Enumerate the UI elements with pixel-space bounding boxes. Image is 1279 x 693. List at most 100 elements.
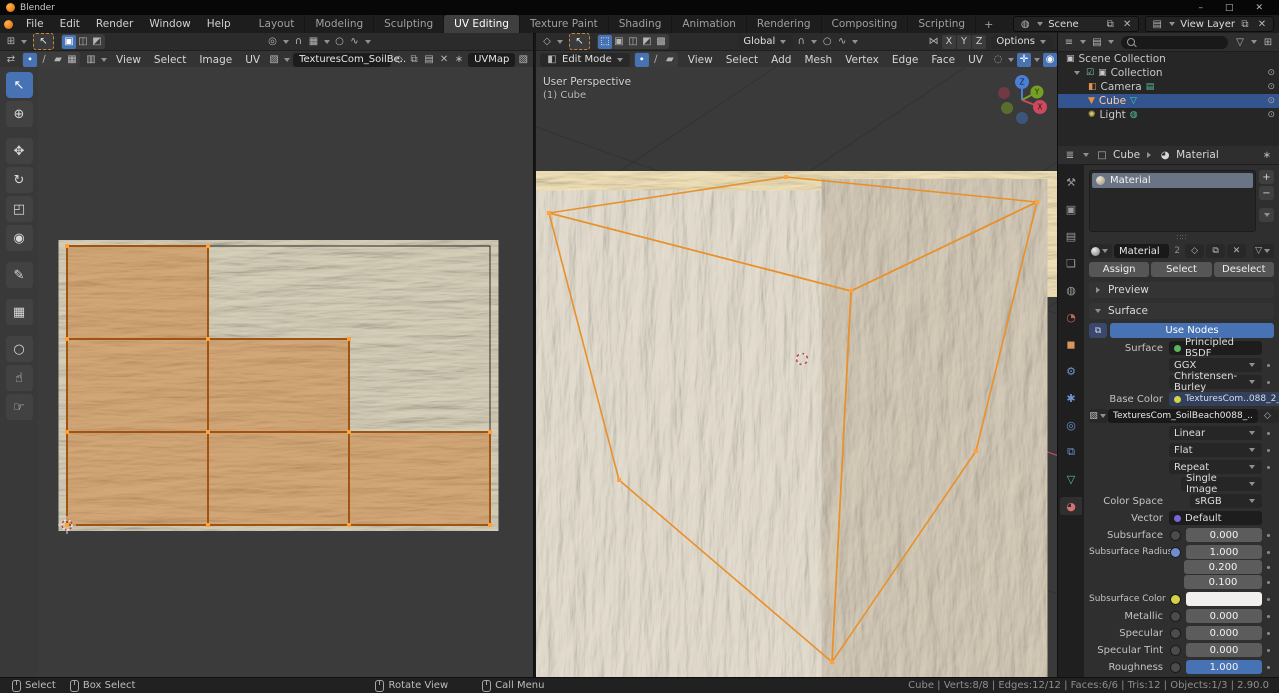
- transform-orientation-dropdown[interactable]: Global: [738, 35, 793, 49]
- unlink-material-icon[interactable]: ✕: [1227, 244, 1246, 258]
- tab-modeling[interactable]: Modeling: [305, 15, 374, 33]
- snap-magnet-icon[interactable]: ∩: [292, 35, 306, 49]
- pin-icon[interactable]: ∗: [1260, 148, 1274, 162]
- vp-menu-select[interactable]: Select: [720, 54, 764, 66]
- close-button[interactable]: ✕: [1255, 3, 1263, 13]
- editor-type-icon[interactable]: ⊞: [4, 35, 18, 49]
- subsurface-radius-z-slider[interactable]: 0.100: [1184, 575, 1262, 589]
- scale-tool[interactable]: ◰: [6, 196, 33, 222]
- socket-icon[interactable]: [1170, 611, 1181, 622]
- tab-layout[interactable]: Layout: [249, 15, 306, 33]
- uv-edge-mode-icon[interactable]: ∕: [37, 53, 51, 67]
- menu-window[interactable]: Window: [141, 18, 198, 30]
- eye-icon[interactable]: ⊙: [1267, 68, 1275, 78]
- tab-uv-editing[interactable]: UV Editing: [444, 15, 520, 33]
- vertex-select-icon[interactable]: ∙: [635, 53, 649, 67]
- options-dropdown[interactable]: Options: [991, 35, 1053, 49]
- move-tool[interactable]: ✥: [6, 138, 33, 164]
- cursor-tool[interactable]: ⊕: [6, 101, 33, 127]
- subsurface-radius-y-slider[interactable]: 0.200: [1184, 560, 1262, 574]
- duplicate-material-icon[interactable]: ⧉: [1206, 244, 1225, 258]
- specials-funnel-icon[interactable]: ▽: [1253, 244, 1274, 258]
- preview-panel-header[interactable]: Preview: [1089, 282, 1274, 298]
- distribution-dropdown[interactable]: GGX: [1169, 358, 1262, 372]
- pin-icon[interactable]: ∗: [452, 53, 466, 67]
- tab-material[interactable]: ◕: [1060, 497, 1082, 515]
- pivot-point-icon[interactable]: ◎: [266, 35, 280, 49]
- tab-tool[interactable]: ⚒: [1060, 173, 1082, 191]
- browse-material-icon[interactable]: [1089, 244, 1112, 258]
- new-view-layer-icon[interactable]: ⧉: [1238, 17, 1252, 31]
- face-select-icon[interactable]: ▰: [663, 53, 677, 67]
- vp-menu-face[interactable]: Face: [925, 54, 961, 66]
- tab-world[interactable]: ◔: [1060, 308, 1082, 326]
- eye-icon[interactable]: ⊙: [1267, 82, 1275, 92]
- select-mode-subtract-icon[interactable]: ◩: [90, 35, 104, 49]
- transform-tool[interactable]: ◉: [6, 225, 33, 251]
- select-button[interactable]: Select: [1151, 262, 1211, 277]
- uv-island-mode-icon[interactable]: ▦: [65, 53, 79, 67]
- uv-menu-select[interactable]: Select: [148, 54, 192, 66]
- uv-menu-view[interactable]: View: [110, 54, 147, 66]
- surface-panel-header[interactable]: Surface: [1089, 303, 1274, 319]
- vp-menu-view[interactable]: View: [682, 54, 719, 66]
- scene-selector[interactable]: ◍ Scene ⧉ ✕: [1013, 16, 1139, 32]
- tab-shading[interactable]: Shading: [609, 15, 673, 33]
- image-browse-icon[interactable]: ▧: [267, 53, 281, 67]
- tab-object[interactable]: ◼: [1060, 335, 1082, 353]
- annotate-tool[interactable]: ✎: [6, 262, 33, 288]
- tab-constraints[interactable]: ⧉: [1060, 443, 1082, 461]
- fake-user-shield-icon[interactable]: ◇: [392, 53, 406, 67]
- vector-field[interactable]: Default: [1169, 511, 1262, 525]
- projection-dropdown[interactable]: Flat: [1169, 443, 1262, 457]
- base-color-field[interactable]: TexturesCom..088_2_M.jpg: [1169, 392, 1279, 406]
- socket-icon[interactable]: [1170, 547, 1181, 558]
- specular-slider[interactable]: 0.000: [1186, 626, 1262, 640]
- outliner-type-icon[interactable]: ≡: [1062, 35, 1076, 49]
- proportional-editing-icon[interactable]: ○: [333, 35, 347, 49]
- sticky-mode-icon[interactable]: ▥: [84, 53, 98, 67]
- uv-sync-selection-icon[interactable]: ⇄: [4, 53, 18, 67]
- source-dropdown[interactable]: Single Image: [1181, 477, 1262, 491]
- outliner-row-collection[interactable]: ☑ ▣ Collection ⊙: [1058, 66, 1279, 80]
- material-slot-list[interactable]: Material: [1089, 170, 1256, 232]
- tab-render[interactable]: ▣: [1060, 200, 1082, 218]
- duplicate-image-icon[interactable]: ⧉: [407, 53, 421, 67]
- tab-particles[interactable]: ✱: [1060, 389, 1082, 407]
- new-collection-icon[interactable]: ⊞: [1261, 35, 1275, 49]
- collection-checkbox[interactable]: ☑: [1086, 68, 1094, 78]
- active-tool-button[interactable]: ↖: [33, 33, 54, 50]
- menu-render[interactable]: Render: [88, 18, 141, 30]
- rip-region-tool[interactable]: ▦: [6, 299, 33, 325]
- minimize-button[interactable]: –: [1198, 3, 1203, 13]
- proportional-editing-icon[interactable]: ○: [820, 35, 834, 49]
- subsurface-slider[interactable]: 0.000: [1186, 528, 1262, 542]
- display-channels-icon[interactable]: ▧: [516, 53, 530, 67]
- material-name-field[interactable]: Material: [1114, 244, 1169, 258]
- uv-vertex-mode-icon[interactable]: ∙: [23, 53, 37, 67]
- select-box-tool[interactable]: ↖: [6, 72, 33, 98]
- visibility-dropdown-icon[interactable]: ◌: [991, 53, 1005, 67]
- subsurface-color-swatch[interactable]: [1186, 592, 1262, 606]
- outliner-row-camera[interactable]: ◧ Camera ▤ ⊙: [1058, 80, 1279, 94]
- breadcrumb-object[interactable]: Cube: [1113, 149, 1140, 161]
- new-scene-icon[interactable]: ⧉: [1103, 17, 1117, 31]
- uv-canvas[interactable]: [38, 67, 533, 678]
- proportional-falloff-icon[interactable]: ∿: [348, 35, 362, 49]
- edge-select-icon[interactable]: ∕: [649, 53, 663, 67]
- select-mode-4-icon[interactable]: ◩: [640, 35, 654, 49]
- uv-menu-image[interactable]: Image: [193, 54, 238, 66]
- vp-menu-mesh[interactable]: Mesh: [798, 54, 838, 66]
- rotate-tool[interactable]: ↻: [6, 167, 33, 193]
- outliner-row-cube[interactable]: ▼ Cube ▽ ⊙: [1058, 94, 1279, 108]
- material-slot-active[interactable]: Material: [1092, 173, 1253, 188]
- specular-tint-slider[interactable]: 0.000: [1186, 643, 1262, 657]
- maximize-button[interactable]: □: [1225, 3, 1234, 13]
- open-image-folder-icon[interactable]: ▤: [422, 53, 436, 67]
- unlink-view-layer-icon[interactable]: ✕: [1255, 17, 1269, 31]
- outliner-row-scene-collection[interactable]: ▣ Scene Collection: [1058, 52, 1279, 66]
- fake-user-shield-icon[interactable]: ◇: [1185, 244, 1204, 258]
- poly-tool[interactable]: ○: [6, 336, 33, 362]
- tab-output[interactable]: ▤: [1060, 227, 1082, 245]
- vp-menu-add[interactable]: Add: [765, 54, 797, 66]
